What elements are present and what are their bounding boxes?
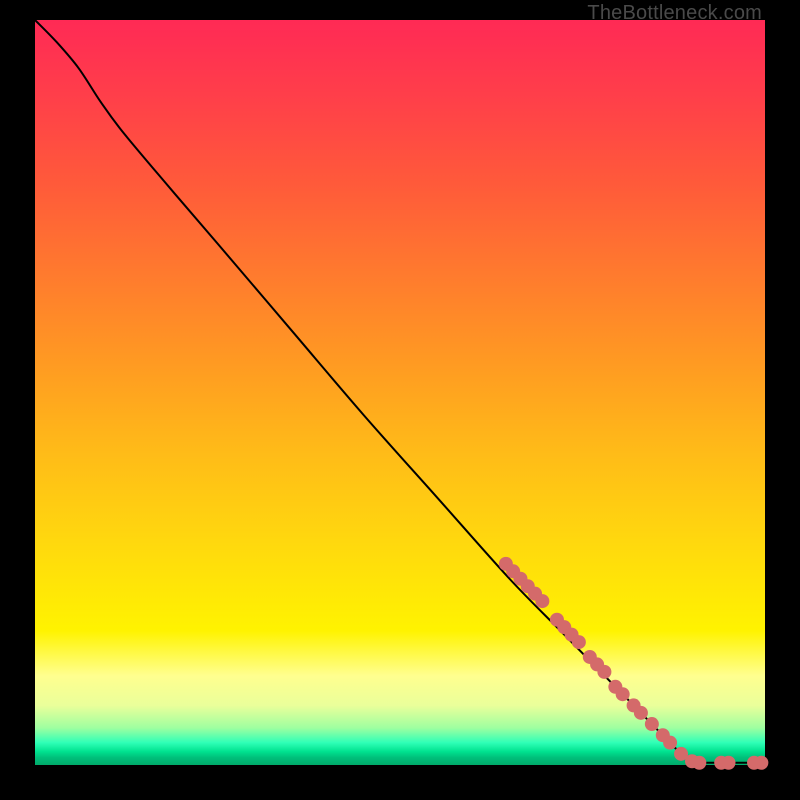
chart-frame: TheBottleneck.com: [0, 0, 800, 800]
plot-area: [35, 20, 765, 765]
data-marker: [572, 635, 586, 649]
data-marker: [754, 756, 768, 770]
data-marker: [634, 706, 648, 720]
data-marker: [535, 594, 549, 608]
data-marker: [692, 756, 706, 770]
curve-line: [35, 20, 765, 763]
chart-overlay: [35, 20, 765, 765]
data-marker: [597, 665, 611, 679]
data-marker: [722, 756, 736, 770]
data-markers: [499, 557, 768, 770]
data-marker: [616, 687, 630, 701]
data-marker: [645, 717, 659, 731]
data-marker: [663, 736, 677, 750]
